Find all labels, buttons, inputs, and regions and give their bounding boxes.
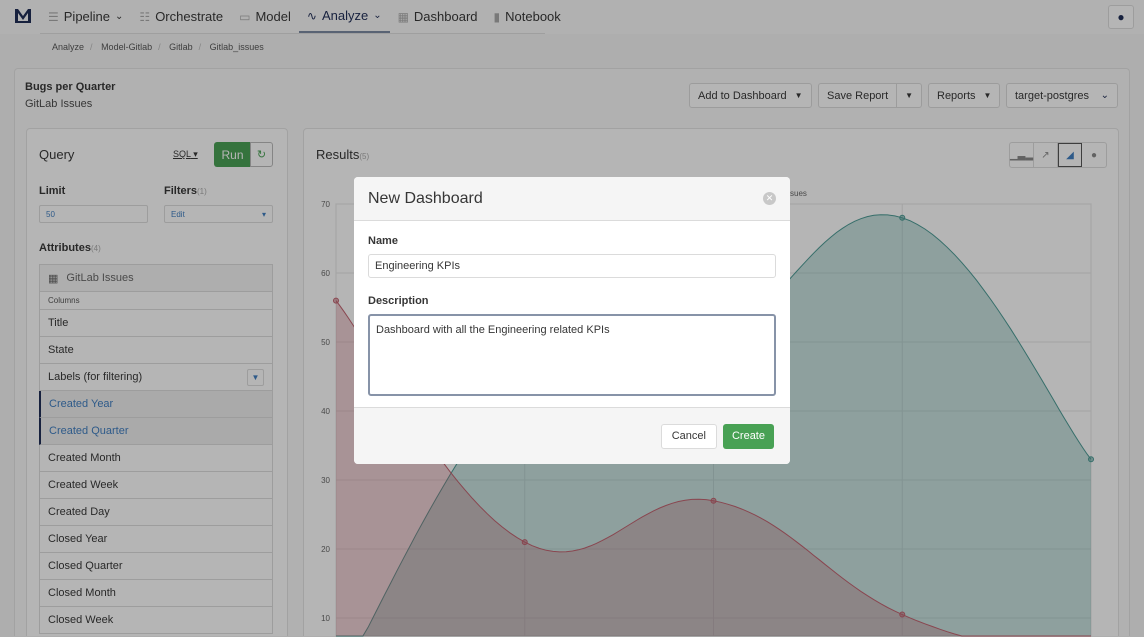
cancel-button[interactable]: Cancel — [660, 423, 717, 449]
modal-title: New Dashboard — [368, 189, 483, 207]
description-label: Description — [368, 295, 429, 307]
description-textarea[interactable]: Dashboard with all the Engineering relat… — [368, 314, 776, 396]
name-input[interactable]: Engineering KPIs — [368, 254, 776, 278]
close-icon[interactable]: ✕ — [763, 192, 776, 205]
name-label: Name — [368, 235, 398, 247]
create-button[interactable]: Create — [722, 423, 774, 449]
new-dashboard-modal: New Dashboard ✕ Name Engineering KPIs Des… — [354, 177, 790, 464]
